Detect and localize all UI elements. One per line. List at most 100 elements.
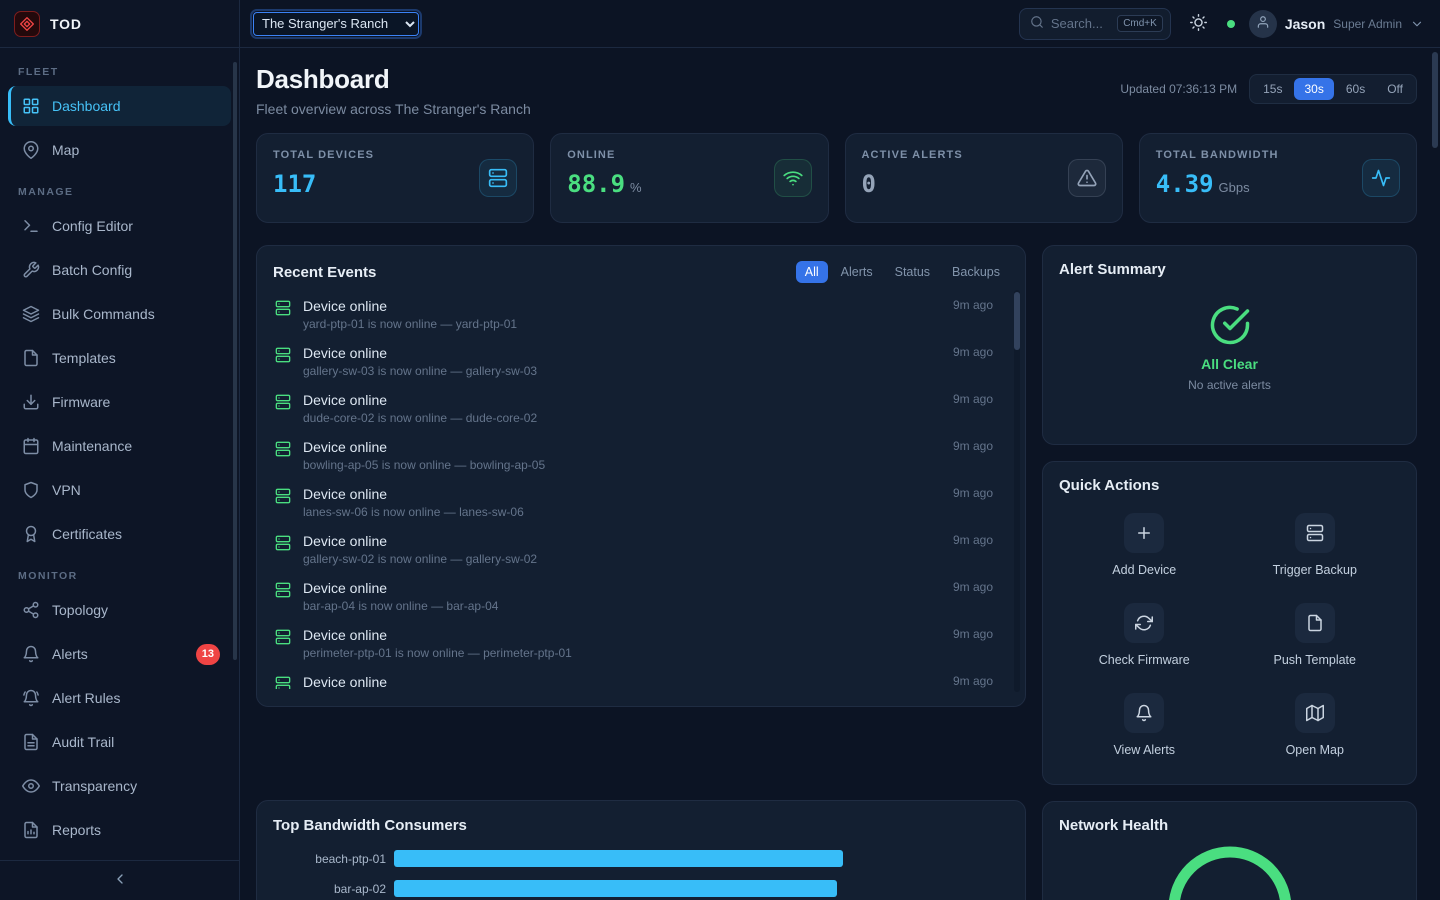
event-row[interactable]: Device onlinebowling-ap-05 is now online… bbox=[273, 432, 1009, 479]
bandwidth-card: Top Bandwidth Consumers beach-ptp-01bar-… bbox=[256, 800, 1026, 900]
quick-action-add-device[interactable]: Add Device bbox=[1059, 500, 1230, 590]
sidebar-item-label: VPN bbox=[52, 482, 81, 498]
alert-triangle-icon bbox=[1068, 159, 1106, 197]
content: Dashboard Fleet overview across The Stra… bbox=[240, 48, 1440, 900]
event-row[interactable]: Device onlinegallery-sw-03 is now online… bbox=[273, 338, 1009, 385]
sidebar-collapse-button[interactable] bbox=[0, 860, 239, 900]
quick-action-trigger-backup[interactable]: Trigger Backup bbox=[1230, 500, 1401, 590]
sidebar-item-vpn[interactable]: VPN bbox=[8, 470, 231, 510]
sidebar-item-topology[interactable]: Topology bbox=[8, 590, 231, 630]
user-menu[interactable]: Jason Super Admin bbox=[1249, 10, 1424, 38]
bandwidth-bars: beach-ptp-01 bar-ap-02 bbox=[273, 850, 1009, 897]
sidebar-item-alert-rules[interactable]: Alert Rules bbox=[8, 678, 231, 718]
file-icon[interactable] bbox=[1295, 603, 1335, 643]
event-detail: bar-ap-04 is now online — bar-ap-04 bbox=[303, 599, 941, 613]
refresh-option-15s[interactable]: 15s bbox=[1253, 78, 1292, 100]
stat-card-total-devices: TOTAL DEVICES 117 bbox=[256, 133, 534, 223]
chevron-down-icon bbox=[1410, 17, 1424, 31]
search-input[interactable]: Search... Cmd+K bbox=[1019, 8, 1171, 40]
sidebar-scrollbar[interactable] bbox=[233, 62, 237, 660]
bandwidth-row: bar-ap-02 bbox=[273, 880, 1009, 897]
refresh-option-60s[interactable]: 60s bbox=[1336, 78, 1375, 100]
sidebar-item-label: Alerts bbox=[52, 646, 88, 662]
event-tab-backups[interactable]: Backups bbox=[943, 261, 1009, 283]
server-icon bbox=[275, 582, 291, 598]
event-row[interactable]: Device online gallery-sw-02 is now online… bbox=[273, 526, 1009, 573]
event-time: 9m ago bbox=[953, 533, 993, 547]
network-health-gauge bbox=[1059, 845, 1400, 900]
user-icon bbox=[1256, 15, 1270, 32]
event-detail: gallery-sw-02 is now online — gallery-sw… bbox=[303, 552, 941, 566]
event-tab-alerts[interactable]: Alerts bbox=[832, 261, 882, 283]
site-selector[interactable]: The Stranger's Ranch bbox=[253, 12, 419, 36]
map-icon[interactable] bbox=[1295, 693, 1335, 733]
event-row[interactable]: Device onlineperimeter-ptp-01 is now onl… bbox=[273, 620, 1009, 667]
quick-action-label: View Alerts bbox=[1113, 743, 1175, 757]
sidebar-item-audit-trail[interactable]: Audit Trail bbox=[8, 722, 231, 762]
page-scrollbar-thumb[interactable] bbox=[1432, 52, 1438, 148]
sidebar-item-label: Alert Rules bbox=[52, 690, 120, 706]
quick-action-open-map[interactable]: Open Map bbox=[1230, 680, 1401, 770]
events-scrollbar-thumb[interactable] bbox=[1014, 292, 1020, 350]
event-row[interactable]: Device onlineyard-ptp-01 is now online —… bbox=[273, 291, 1009, 338]
quick-action-label: Push Template bbox=[1274, 653, 1356, 667]
sidebar-item-firmware[interactable]: Firmware bbox=[8, 382, 231, 422]
quick-action-label: Check Firmware bbox=[1099, 653, 1190, 667]
event-title: Device online bbox=[303, 392, 941, 408]
quick-action-push-template[interactable]: Push Template bbox=[1230, 590, 1401, 680]
stat-value: 88.9 bbox=[567, 170, 625, 198]
audit-icon bbox=[22, 733, 40, 751]
nav-section-label-fleet: FLEET bbox=[8, 54, 231, 86]
stat-cards: TOTAL DEVICES117ONLINE88.9%ACTIVE ALERTS… bbox=[256, 133, 1417, 223]
sidebar-item-dashboard[interactable]: Dashboard bbox=[8, 86, 231, 126]
sidebar-item-batch-config[interactable]: Batch Config bbox=[8, 250, 231, 290]
event-row[interactable]: Device online9m ago bbox=[273, 667, 1009, 689]
wifi-icon bbox=[774, 159, 812, 197]
event-row[interactable]: Device online bar-ap-04 is now online — b… bbox=[273, 573, 1009, 620]
dashboard-grid: Recent Events AllAlertsStatusBackups Dev… bbox=[256, 245, 1417, 900]
sidebar-item-alerts[interactable]: Alerts13 bbox=[8, 634, 231, 674]
sidebar-item-maintenance[interactable]: Maintenance bbox=[8, 426, 231, 466]
sidebar-item-templates[interactable]: Templates bbox=[8, 338, 231, 378]
layers-icon bbox=[22, 305, 40, 323]
sidebar-item-label: Maintenance bbox=[52, 438, 132, 454]
stat-card-active-alerts: ACTIVE ALERTS0 bbox=[845, 133, 1123, 223]
sidebar-item-bulk-commands[interactable]: Bulk Commands bbox=[8, 294, 231, 334]
sidebar-item-reports[interactable]: Reports bbox=[8, 810, 231, 850]
event-title: Device online bbox=[303, 533, 941, 549]
sidebar-item-config-editor[interactable]: Config Editor bbox=[8, 206, 231, 246]
stat-label: TOTAL DEVICES bbox=[273, 149, 374, 161]
event-tab-status[interactable]: Status bbox=[886, 261, 939, 283]
bell-icon[interactable] bbox=[1124, 693, 1164, 733]
plus-icon[interactable] bbox=[1124, 513, 1164, 553]
sidebar-item-certificates[interactable]: Certificates bbox=[8, 514, 231, 554]
topbar: The Stranger's Ranch Search... Cmd+K Jas… bbox=[240, 0, 1440, 48]
right-column: Alert Summary All Clear No active alerts… bbox=[1042, 245, 1417, 900]
quick-action-view-alerts[interactable]: View Alerts bbox=[1059, 680, 1230, 770]
stat-label: ONLINE bbox=[567, 149, 641, 161]
event-time: 9m ago bbox=[953, 580, 993, 594]
event-row[interactable]: Device onlinelanes-sw-06 is now online —… bbox=[273, 479, 1009, 526]
refresh-option-30s[interactable]: 30s bbox=[1294, 78, 1333, 100]
sidebar-item-label: Batch Config bbox=[52, 262, 132, 278]
alert-status-detail: No active alerts bbox=[1188, 378, 1271, 392]
refresh-option-off[interactable]: Off bbox=[1377, 78, 1413, 100]
event-detail: gallery-sw-03 is now online — gallery-sw… bbox=[303, 364, 941, 378]
chevron-left-icon bbox=[112, 871, 128, 890]
event-title: Device online bbox=[303, 580, 941, 596]
sidebar-item-transparency[interactable]: Transparency bbox=[8, 766, 231, 806]
stat-value: 117 bbox=[273, 170, 316, 198]
theme-toggle-button[interactable] bbox=[1185, 10, 1213, 38]
server-icon[interactable] bbox=[1295, 513, 1335, 553]
bandwidth-row: beach-ptp-01 bbox=[273, 850, 1009, 867]
report-icon bbox=[22, 821, 40, 839]
quick-action-check-firmware[interactable]: Check Firmware bbox=[1059, 590, 1230, 680]
refresh-icon[interactable] bbox=[1124, 603, 1164, 643]
event-tab-all[interactable]: All bbox=[796, 261, 828, 283]
events-scrollbar-track[interactable] bbox=[1014, 290, 1020, 692]
event-row[interactable]: Device onlinedude-core-02 is now online … bbox=[273, 385, 1009, 432]
sidebar-item-map[interactable]: Map bbox=[8, 130, 231, 170]
brand: TOD bbox=[0, 0, 239, 48]
stat-value: 4.39 bbox=[1156, 170, 1214, 198]
terminal-icon bbox=[22, 217, 40, 235]
